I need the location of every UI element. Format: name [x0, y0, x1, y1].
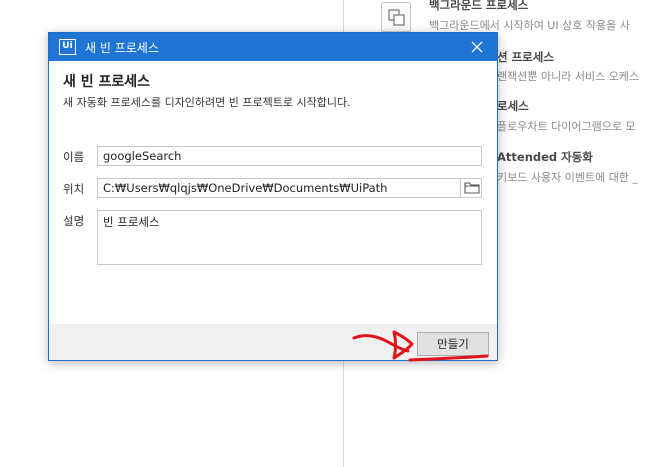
template-desc-flowchart: 플로우차트 다이어그램으로 모	[497, 120, 636, 133]
dialog-titlebar[interactable]: Ui 새 빈 프로세스	[49, 33, 497, 61]
dialog-window-title: 새 빈 프로세스	[85, 41, 159, 55]
new-process-dialog: Ui 새 빈 프로세스 새 빈 프로세스 새 자동화 프로세스를 디자인하려면 …	[48, 32, 498, 361]
name-field[interactable]: googleSearch	[97, 146, 482, 166]
close-icon[interactable]	[469, 36, 485, 56]
template-desc-transaction: 랜잭션뿐 아니라 서비스 오케스	[497, 70, 640, 83]
browse-folder-button[interactable]	[460, 178, 482, 198]
background-process-icon	[381, 2, 411, 32]
dialog-heading: 새 빈 프로세스	[63, 74, 151, 90]
location-label: 위치	[63, 182, 85, 196]
uipath-logo-icon: Ui	[59, 39, 76, 55]
description-field[interactable]: 빈 프로세스	[97, 210, 482, 265]
template-title-flowchart[interactable]: 로세스	[497, 98, 529, 114]
template-desc-background: 백그라운드에서 시작하여 UI 상호 작용을 사	[429, 19, 630, 32]
template-title-attended[interactable]: Attended 자동화	[497, 149, 593, 165]
name-label: 이름	[63, 150, 85, 164]
dialog-subheading: 새 자동화 프로세스를 디자인하려면 빈 프로젝트로 시작합니다.	[63, 96, 351, 109]
description-label: 설명	[63, 214, 85, 228]
template-title-background[interactable]: 백그라운드 프로세스	[429, 0, 528, 13]
studio-screen: 백그라운드 프로세스 백그라운드에서 시작하여 UI 상호 작용을 사 션 프로…	[0, 0, 658, 467]
template-desc-attended: 키보드 사용자 이벤트에 대한 _	[497, 171, 638, 184]
location-field[interactable]: C:₩Users₩qlqjs₩OneDrive₩Documents₩UiPath	[97, 178, 482, 198]
create-button[interactable]: 만들기	[417, 332, 489, 356]
template-title-transaction[interactable]: 션 프로세스	[497, 49, 554, 65]
